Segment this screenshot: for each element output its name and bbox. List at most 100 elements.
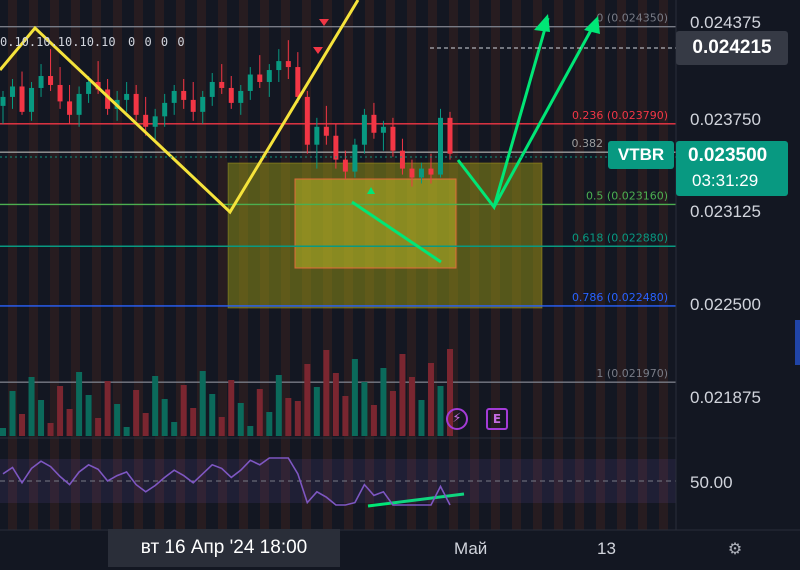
time-axis[interactable]: Май 13	[454, 539, 616, 558]
current-price-badge: 0.023500 03:31:29	[676, 141, 788, 196]
candle-body	[257, 74, 263, 82]
volume-bar	[361, 382, 368, 436]
session-band	[617, 0, 626, 530]
price-axis[interactable]: 0.024375 0.023750 0.023125 0.022500 0.02…	[690, 13, 761, 492]
candle-body	[352, 144, 358, 172]
volume-bar	[180, 385, 187, 436]
volume-bar	[114, 404, 121, 436]
volume-bar	[285, 398, 292, 436]
volume-bar	[247, 426, 254, 436]
candle-body	[124, 93, 130, 100]
session-band	[218, 0, 227, 530]
candle-body	[48, 76, 54, 85]
session-band	[638, 0, 647, 530]
candle-body	[418, 168, 424, 178]
volume-bar	[209, 394, 216, 436]
volume-bar	[256, 389, 263, 436]
candle-body	[228, 87, 234, 103]
candle-body	[0, 96, 6, 106]
fib-level-label: 0.5 (0.023160)	[586, 189, 668, 202]
candle-body	[304, 96, 310, 145]
candle-body	[76, 93, 82, 115]
volume-bar	[323, 350, 330, 436]
candle-body	[342, 159, 348, 172]
candle-body	[19, 86, 25, 112]
lightning-icon[interactable]: ⚡	[446, 408, 468, 430]
volume-bar	[275, 375, 282, 436]
volume-bar	[47, 423, 54, 436]
candle-body	[200, 96, 206, 112]
volume-bar	[76, 372, 83, 436]
earnings-icon[interactable]: E	[486, 408, 508, 430]
candle-body	[209, 81, 215, 97]
volume-bar	[370, 405, 377, 436]
candle-body	[190, 99, 196, 112]
candle-body	[437, 117, 443, 175]
candle-body	[57, 84, 63, 102]
candle-body	[181, 90, 187, 100]
session-band	[659, 0, 668, 530]
candle-body	[333, 135, 339, 160]
candle-body	[152, 116, 158, 127]
candle-body	[86, 81, 92, 94]
candle-body	[447, 117, 453, 154]
candle-body	[285, 61, 291, 68]
volume-bar	[28, 377, 35, 436]
right-edge-strip	[795, 320, 800, 365]
volume-bar	[266, 412, 273, 436]
fib-level-label: 0.382	[572, 137, 604, 150]
price-tick: 0.021875	[690, 388, 761, 407]
rsi-pane	[0, 457, 676, 506]
price-tick: 0.023750	[690, 110, 761, 129]
candle-body	[266, 70, 272, 82]
candle-body	[133, 93, 139, 115]
candle-body	[10, 86, 16, 97]
candle-body	[162, 102, 168, 117]
time-tick-13: 13	[597, 539, 616, 558]
volume-bar	[38, 400, 45, 436]
volume-bar	[190, 408, 197, 436]
pattern-label-ten: 0.10.10.10.10.10	[0, 35, 116, 49]
volume-bar	[351, 359, 358, 436]
session-band	[197, 0, 206, 530]
candle-body	[38, 76, 44, 88]
rsi-tick: 50.00	[690, 473, 733, 492]
volume-bar	[389, 391, 396, 436]
session-band	[71, 0, 80, 530]
volume-bar	[199, 371, 206, 436]
signal-down-marker-2	[313, 47, 323, 54]
price-tick: 0.023125	[690, 202, 761, 221]
volume-bar	[437, 386, 444, 436]
arrowhead-2	[584, 16, 600, 34]
candle-body	[371, 114, 377, 133]
session-band	[596, 0, 605, 530]
session-band	[554, 0, 563, 530]
volume-bar	[408, 377, 415, 436]
volume-bar	[427, 363, 434, 436]
volume-bar	[313, 387, 320, 436]
candle-body	[390, 126, 396, 151]
candle-body	[143, 114, 149, 127]
fib-level-label: 0.618 (0.022880)	[572, 231, 668, 244]
candle-body	[409, 168, 415, 178]
fib-level-label: 1 (0.021970)	[596, 367, 668, 380]
time-tick-may: Май	[454, 539, 487, 558]
candle-body	[247, 74, 253, 91]
chart-canvas[interactable]: 0 (0.024350) 0.236 (0.023790) 0.382 0.5 (0.…	[0, 0, 800, 570]
volume-bar	[161, 399, 168, 436]
symbol-badge[interactable]: VTBR	[608, 141, 674, 169]
volume-bar	[152, 376, 159, 436]
volume-bar	[142, 413, 149, 436]
volume-bar	[57, 386, 64, 436]
fib-level-label: 0.786 (0.022480)	[572, 291, 668, 304]
candle-body	[276, 61, 282, 71]
session-band	[575, 0, 584, 530]
settings-icon[interactable]: ⚙	[726, 540, 744, 558]
crosshair-date-badge: вт 16 Апр '24 18:00	[108, 529, 340, 567]
price-tick: 0.022500	[690, 295, 761, 314]
volume-bar	[418, 400, 425, 436]
volume-bar	[85, 395, 92, 436]
candle-body	[361, 114, 367, 145]
demand-zones	[227, 162, 543, 309]
volume-bar	[66, 409, 73, 436]
